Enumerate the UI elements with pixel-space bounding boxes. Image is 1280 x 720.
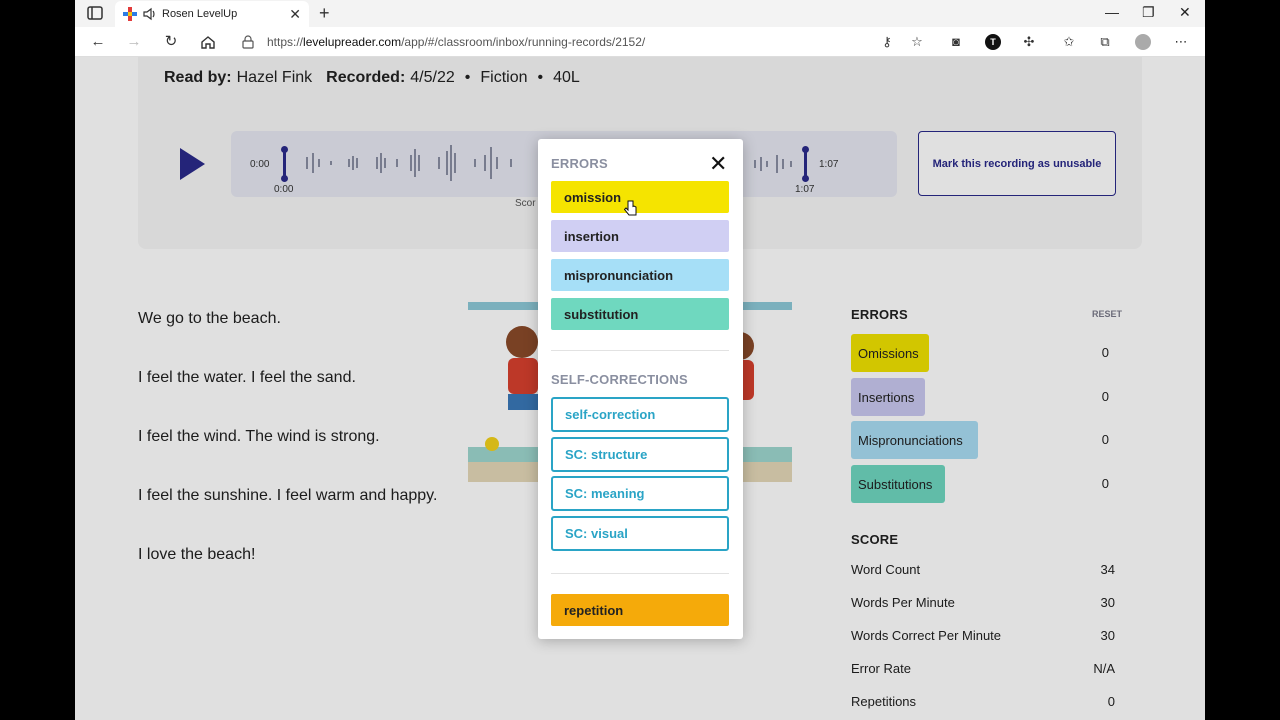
back-icon[interactable]: ← [89,33,107,51]
browser-window: Rosen LevelUp ✕ + — ❐ ✕ ← → ↻ https://le… [75,0,1205,720]
more-options-icon[interactable]: ⋯ [1173,34,1189,50]
sc-meaning-button[interactable]: SC: meaning [551,476,729,511]
refresh-icon[interactable]: ↻ [162,33,180,51]
omission-button[interactable]: omission [551,181,729,213]
popup-errors-heading: ERRORS [551,156,608,171]
hand-cursor-icon [624,200,637,216]
self-corrections-heading: SELF-CORRECTIONS [551,372,688,387]
audio-playing-icon[interactable] [142,7,156,21]
tab-title: Rosen LevelUp [162,8,238,20]
url-host: levelupreader.com [303,35,402,49]
close-icon[interactable]: ✕ [709,153,727,175]
divider [551,350,729,351]
new-tab-icon[interactable]: + [319,3,330,23]
repetition-button[interactable]: repetition [551,594,729,626]
camera-icon[interactable]: ◙ [948,34,964,50]
sc-structure-button[interactable]: SC: structure [551,437,729,472]
substitution-button[interactable]: substitution [551,298,729,330]
tab-close-icon[interactable]: ✕ [289,6,301,23]
mispronunciation-button[interactable]: mispronunciation [551,259,729,291]
key-icon[interactable]: ⚷ [879,34,895,50]
profile-avatar[interactable] [1135,34,1151,50]
restore-icon[interactable]: ❐ [1142,4,1155,21]
tab-bar: Rosen LevelUp ✕ + — ❐ ✕ [75,0,1205,27]
window-close-icon[interactable]: ✕ [1179,4,1191,21]
levelup-favicon-icon [123,7,137,21]
address-bar[interactable]: https://levelupreader.com/app/#/classroo… [225,30,925,54]
error-marking-popup: ERRORS ✕ omission insertion mispronuncia… [538,139,743,639]
favorites-icon[interactable]: ✩ [1061,34,1077,50]
collections-icon[interactable]: ⧉ [1097,34,1113,50]
divider [551,573,729,574]
tab-actions-icon[interactable] [87,6,103,20]
extensions-puzzle-icon[interactable]: ✣ [1021,34,1037,50]
add-favorite-icon[interactable]: ☆ [909,34,925,50]
home-icon[interactable] [199,33,217,51]
extension-t-icon[interactable]: T [985,34,1001,50]
forward-icon[interactable]: → [125,33,143,51]
tab-rosen-levelup[interactable]: Rosen LevelUp ✕ [115,1,309,27]
minimize-icon[interactable]: — [1105,4,1119,20]
lock-icon[interactable] [241,35,255,49]
navigation-bar: ← → ↻ https://levelupreader.com/app/#/cl… [75,27,1205,57]
url-path: /app/#/classroom/inbox/running-records/2… [401,35,646,49]
url-prefix: https:// [267,35,304,49]
self-correction-button[interactable]: self-correction [551,397,729,432]
insertion-button[interactable]: insertion [551,220,729,252]
sc-visual-button[interactable]: SC: visual [551,516,729,551]
